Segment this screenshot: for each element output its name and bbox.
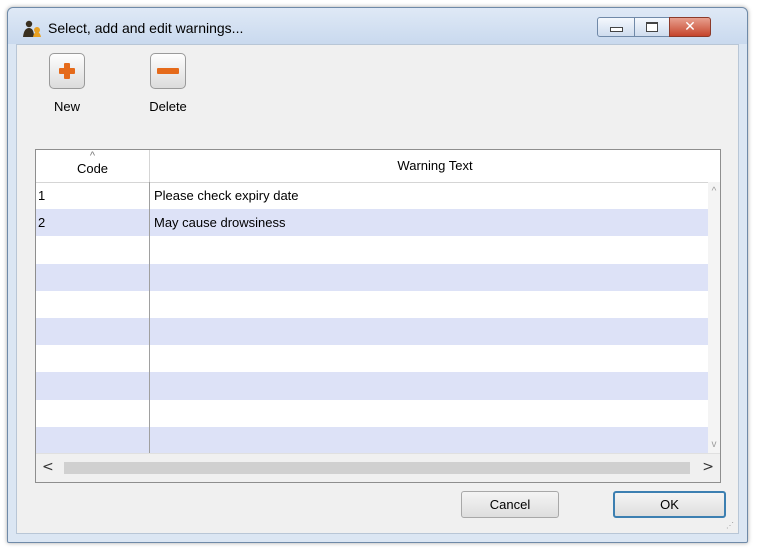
table-row[interactable]: 2 May cause drowsiness	[36, 209, 710, 237]
table-row[interactable]	[36, 400, 710, 427]
table-row[interactable]: 1 Please check expiry date	[36, 182, 710, 209]
table-header: ^ Code Warning Text	[36, 150, 720, 183]
app-icon	[23, 20, 41, 37]
table-row[interactable]	[36, 236, 710, 263]
ok-button[interactable]: OK	[613, 491, 726, 518]
scroll-left-icon[interactable]: <	[42, 459, 54, 475]
plus-icon	[49, 53, 85, 89]
ok-label: OK	[660, 497, 679, 512]
table-row[interactable]	[36, 372, 710, 400]
table-row[interactable]	[36, 291, 710, 318]
horizontal-scrollbar[interactable]: < >	[36, 453, 720, 482]
close-button[interactable]: ✕	[669, 17, 711, 37]
minimize-icon	[609, 27, 623, 32]
column-header-warning-text[interactable]: Warning Text	[150, 150, 720, 182]
minus-icon	[150, 53, 186, 89]
scrollbar-thumb[interactable]	[64, 462, 690, 474]
vertical-scrollbar[interactable]: ^ v	[708, 182, 720, 454]
table-row[interactable]	[36, 426, 710, 454]
scroll-up-icon[interactable]: ^	[708, 186, 720, 197]
delete-label: Delete	[149, 99, 187, 114]
column-header-code[interactable]: ^ Code	[36, 150, 150, 182]
warnings-table[interactable]: ^ Code Warning Text 1 Please check expir…	[35, 149, 721, 483]
dialog-window: Select, add and edit warnings... ✕ New D…	[7, 7, 748, 543]
maximize-icon	[646, 22, 658, 32]
code-cell: 2	[38, 215, 46, 231]
warning-text-cell: Please check expiry date	[154, 188, 299, 203]
table-row[interactable]	[36, 263, 710, 291]
table-body: 1 Please check expiry date 2 May cause d…	[36, 182, 710, 454]
scroll-down-icon[interactable]: v	[708, 439, 720, 450]
delete-button[interactable]: Delete	[133, 53, 203, 114]
table-row[interactable]	[36, 317, 710, 346]
window-title: Select, add and edit warnings...	[48, 20, 244, 36]
code-cell: 1	[38, 188, 46, 203]
close-icon: ✕	[684, 19, 696, 35]
minimize-button[interactable]	[597, 17, 635, 37]
maximize-button[interactable]	[634, 17, 670, 37]
sort-ascending-icon: ^	[89, 150, 96, 162]
new-button[interactable]: New	[32, 53, 102, 114]
cancel-button[interactable]: Cancel	[461, 491, 559, 518]
table-row[interactable]	[36, 345, 710, 372]
title-bar[interactable]: Select, add and edit warnings... ✕	[8, 8, 747, 44]
column-divider[interactable]	[149, 182, 150, 454]
dialog-body: New Delete ^ Code Warning Text 1 Please …	[16, 44, 739, 534]
scroll-right-icon[interactable]: >	[702, 459, 714, 475]
new-label: New	[53, 99, 80, 114]
resize-grip-icon[interactable]: ⋰	[726, 521, 736, 531]
warning-text-cell: May cause drowsiness	[154, 215, 286, 231]
